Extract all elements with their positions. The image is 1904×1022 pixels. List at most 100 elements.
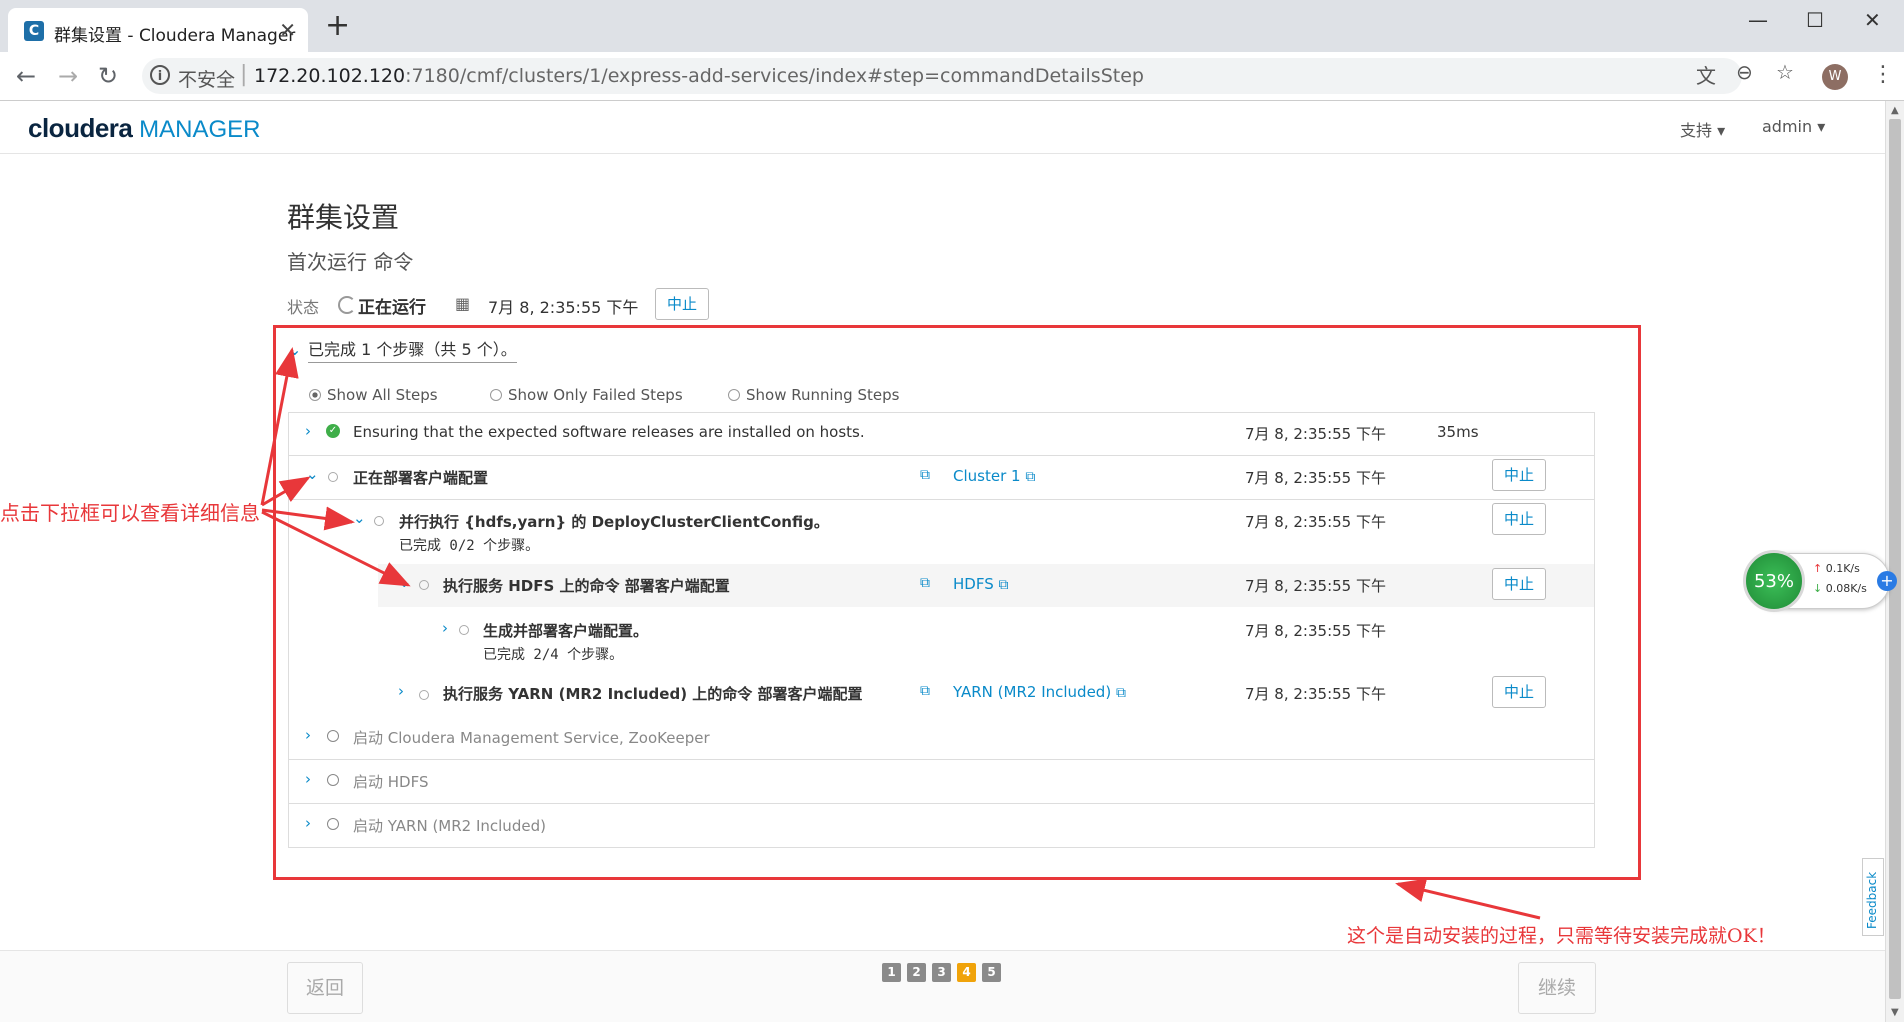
pending-ring-icon bbox=[374, 516, 384, 526]
abort-command-button[interactable]: 中止 bbox=[655, 288, 709, 320]
clock-icon bbox=[327, 774, 339, 786]
new-tab-icon[interactable]: + bbox=[325, 8, 350, 43]
minimize-icon[interactable]: — bbox=[1748, 8, 1768, 32]
chevron-right-icon[interactable]: › bbox=[398, 682, 404, 700]
chevron-down-icon[interactable]: ⌄ bbox=[398, 573, 411, 591]
translate-icon[interactable]: 文 bbox=[1696, 60, 1716, 89]
page-step-2[interactable]: 2 bbox=[907, 963, 926, 982]
security-label: 不安全 bbox=[178, 69, 236, 91]
chevron-right-icon[interactable]: › bbox=[305, 770, 311, 788]
chevron-right-icon[interactable]: › bbox=[305, 422, 311, 440]
status-text: 正在运行 bbox=[358, 298, 426, 318]
yarn-link[interactable]: YARN (MR2 Included) ⧉ bbox=[953, 683, 1126, 701]
page-step-3[interactable]: 3 bbox=[932, 963, 951, 982]
step-text: 启动 YARN (MR2 Included) bbox=[353, 817, 546, 835]
plus-icon[interactable]: + bbox=[1877, 571, 1897, 591]
chevron-down-icon[interactable]: ⌄ bbox=[353, 509, 366, 527]
address-bar: ← → ↻ i 不安全 | 172.20.102.120:7180/cmf/cl… bbox=[0, 52, 1904, 101]
scroll-down-icon[interactable]: ▼ bbox=[1891, 1007, 1899, 1018]
steps-summary-toggle[interactable]: 已完成 1 个步骤（共 5 个）。 bbox=[308, 336, 517, 363]
app-header: cloudera MANAGER 支持 ▾ admin ▾ bbox=[0, 101, 1885, 154]
abort-step-button[interactable]: 中止 bbox=[1492, 459, 1546, 491]
back-arrow-icon[interactable]: ← bbox=[16, 62, 36, 90]
step-time: 7月 8, 2:35:55 下午 bbox=[1245, 577, 1386, 595]
chevron-right-icon[interactable]: › bbox=[442, 619, 448, 637]
upload-speed: ↑ 0.1K/s bbox=[1813, 562, 1860, 575]
abort-step-button[interactable]: 中止 bbox=[1492, 676, 1546, 708]
tab-close-icon[interactable]: ✕ bbox=[279, 18, 296, 42]
cpu-percent: 53% bbox=[1743, 550, 1805, 612]
step-text: 生成并部署客户端配置。 bbox=[483, 622, 649, 640]
radio-icon bbox=[490, 389, 502, 401]
chevron-right-icon[interactable]: › bbox=[305, 726, 311, 744]
row-divider bbox=[288, 803, 1595, 804]
filter-all-steps[interactable]: Show All Steps bbox=[309, 386, 438, 404]
url-text: 172.20.102.120:7180/cmf/clusters/1/expre… bbox=[254, 65, 1144, 87]
step-progress: 已完成 0/2 个步骤。 bbox=[399, 538, 540, 554]
status-label: 状态 bbox=[287, 298, 320, 317]
page-step-1[interactable]: 1 bbox=[882, 963, 901, 982]
clock-icon bbox=[327, 730, 339, 742]
external-link-icon[interactable]: ⧉ bbox=[920, 467, 930, 483]
radio-icon bbox=[728, 389, 740, 401]
reload-icon[interactable]: ↻ bbox=[98, 62, 118, 90]
browser-tab-bar: C 群集设置 - Cloudera Manager ✕ + — ☐ ✕ bbox=[0, 0, 1904, 52]
hdfs-link[interactable]: HDFS ⧉ bbox=[953, 575, 1009, 593]
network-speed-widget[interactable]: 53% ↑ 0.1K/s ↓ 0.08K/s + bbox=[1743, 550, 1897, 612]
external-link-icon: ⧉ bbox=[998, 577, 1009, 593]
forward-arrow-icon[interactable]: → bbox=[58, 62, 78, 90]
window-close-icon[interactable]: ✕ bbox=[1864, 8, 1881, 32]
scroll-up-icon[interactable]: ▲ bbox=[1891, 105, 1899, 116]
browser-menu-icon[interactable]: ⋮ bbox=[1872, 62, 1894, 87]
page-scrollbar[interactable]: ▲ ▼ bbox=[1885, 101, 1904, 1022]
step-text: 正在部署客户端配置 bbox=[353, 469, 489, 487]
page-step-4[interactable]: 4 bbox=[957, 963, 976, 982]
filter-failed-steps[interactable]: Show Only Failed Steps bbox=[490, 386, 683, 404]
step-text: 启动 HDFS bbox=[353, 773, 429, 791]
chevron-down-icon[interactable]: ⌄ bbox=[288, 340, 301, 359]
maximize-icon[interactable]: ☐ bbox=[1806, 8, 1824, 32]
chevron-down-icon[interactable]: ⌄ bbox=[306, 465, 319, 483]
pending-ring-icon bbox=[459, 625, 469, 635]
step-progress: 已完成 2/4 个步骤。 bbox=[483, 647, 624, 663]
continue-button[interactable]: 继续 bbox=[1518, 962, 1596, 1014]
bookmark-star-icon[interactable]: ☆ bbox=[1776, 60, 1794, 84]
cloudera-manager-logo[interactable]: cloudera MANAGER bbox=[28, 113, 260, 144]
page-step-5[interactable]: 5 bbox=[982, 963, 1001, 982]
support-menu[interactable]: 支持 ▾ bbox=[1680, 117, 1725, 141]
zoom-icon[interactable]: ⊖ bbox=[1736, 60, 1753, 84]
radio-selected-icon bbox=[309, 389, 321, 401]
url-field[interactable]: i 不安全 | 172.20.102.120:7180/cmf/clusters… bbox=[142, 58, 1742, 94]
external-link-icon: ⧉ bbox=[1115, 685, 1126, 701]
page-subtitle: 首次运行 命令 bbox=[287, 250, 414, 274]
browser-tab[interactable]: C 群集设置 - Cloudera Manager ✕ bbox=[8, 8, 308, 52]
download-speed: ↓ 0.08K/s bbox=[1813, 582, 1867, 595]
separator: | bbox=[240, 62, 248, 87]
info-icon[interactable]: i bbox=[150, 65, 170, 85]
step-text: 执行服务 YARN (MR2 Included) 上的命令 部署客户端配置 bbox=[443, 685, 863, 703]
filter-running-steps[interactable]: Show Running Steps bbox=[728, 386, 899, 404]
wizard-footer bbox=[0, 951, 1885, 1022]
step-text: 执行服务 HDFS 上的命令 部署客户端配置 bbox=[443, 577, 730, 595]
back-button[interactable]: 返回 bbox=[287, 962, 363, 1014]
step-duration: 35ms bbox=[1437, 423, 1479, 441]
external-link-icon[interactable]: ⧉ bbox=[920, 683, 930, 699]
cloudera-favicon-icon: C bbox=[24, 21, 44, 41]
row-divider bbox=[288, 759, 1595, 760]
abort-step-button[interactable]: 中止 bbox=[1492, 503, 1546, 535]
pending-ring-icon bbox=[419, 580, 429, 590]
abort-step-button[interactable]: 中止 bbox=[1492, 568, 1546, 600]
chevron-right-icon[interactable]: › bbox=[305, 814, 311, 832]
profile-avatar[interactable]: W bbox=[1822, 64, 1848, 90]
scrollbar-thumb[interactable] bbox=[1889, 119, 1901, 999]
cluster-link[interactable]: Cluster 1 ⧉ bbox=[953, 467, 1035, 485]
status-time: 7月 8, 2:35:55 下午 bbox=[488, 298, 639, 317]
user-menu[interactable]: admin ▾ bbox=[1762, 117, 1825, 136]
feedback-tab[interactable]: Feedback bbox=[1862, 858, 1884, 936]
annotation-bottom: 这个是自动安装的过程，只需等待安装完成就OK！ bbox=[1347, 925, 1776, 947]
pending-ring-icon bbox=[419, 690, 429, 700]
external-link-icon[interactable]: ⧉ bbox=[920, 575, 930, 591]
tab-title: 群集设置 - Cloudera Manager bbox=[54, 26, 296, 46]
arrow-to-box bbox=[1395, 878, 1541, 920]
annotation-left: 点击下拉框可以查看详细信息 bbox=[0, 501, 260, 525]
